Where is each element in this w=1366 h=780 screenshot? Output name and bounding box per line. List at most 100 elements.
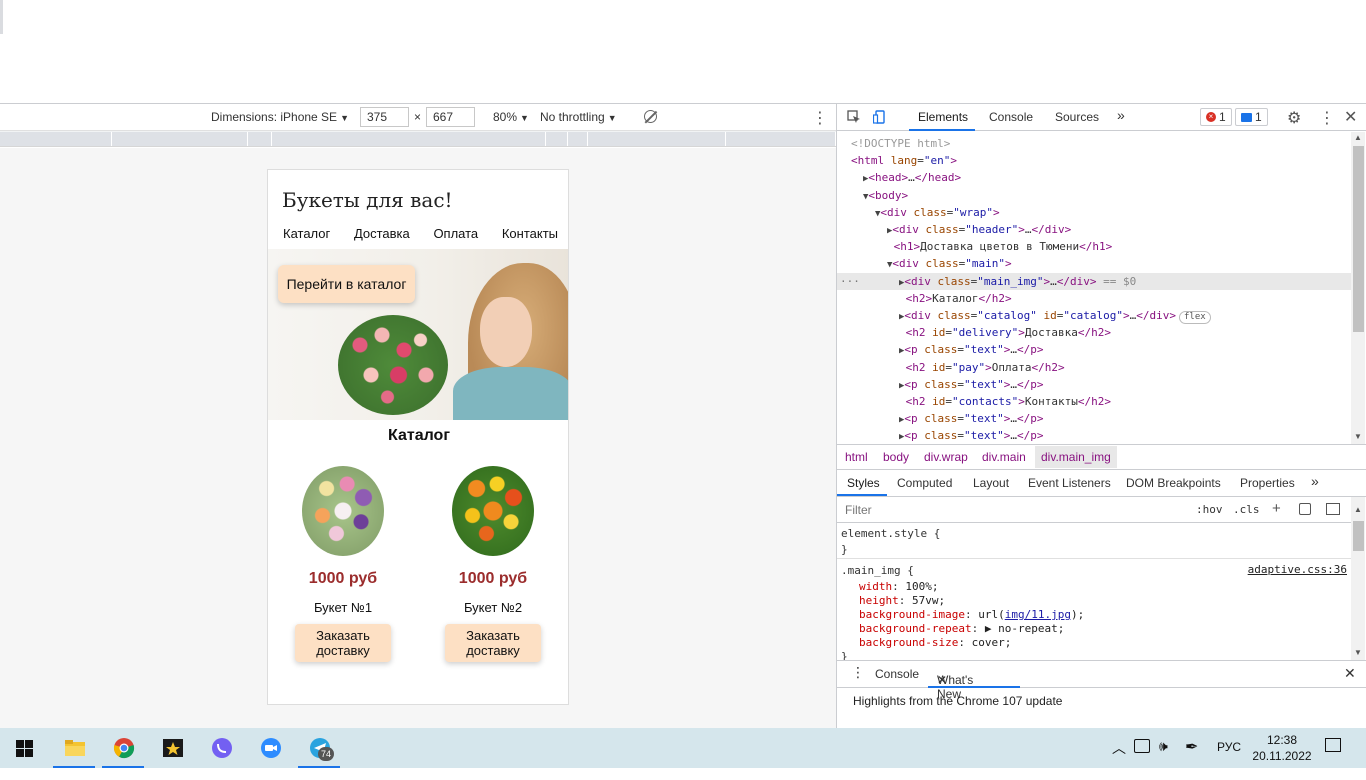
close-devtools-icon[interactable]: ✕ — [1344, 107, 1357, 127]
image-url-link[interactable]: img/11.jpg — [1005, 608, 1071, 621]
css-property-row[interactable]: width: 100%; — [859, 580, 939, 593]
height-input[interactable]: 667 — [426, 107, 475, 127]
hover-state-toggle[interactable]: :hov — [1196, 503, 1223, 516]
drawer-tab-console[interactable]: Console — [875, 667, 919, 681]
ruler-segment[interactable] — [546, 132, 568, 146]
crumb-body[interactable]: body — [883, 450, 909, 464]
tab-sources[interactable]: Sources — [1055, 110, 1099, 124]
taskbar-chrome[interactable] — [100, 728, 146, 768]
ruler-segment[interactable] — [726, 132, 836, 146]
ruler-segment[interactable] — [588, 132, 726, 146]
crumb-div-main-img[interactable]: div.main_img — [1035, 446, 1117, 468]
scroll-up-icon[interactable]: ▲ — [1354, 133, 1362, 142]
ruler-segment[interactable] — [112, 132, 248, 146]
scroll-up-icon[interactable]: ▲ — [1354, 505, 1362, 514]
dom-node-line[interactable]: ▼<div class="wrap"> — [837, 204, 1351, 221]
system-clock[interactable]: 12:38 20.11.2022 — [1252, 732, 1312, 764]
scrollbar-thumb[interactable] — [1353, 521, 1364, 551]
notifications-icon[interactable] — [1325, 738, 1341, 752]
close-drawer-icon[interactable]: ✕ — [1344, 665, 1356, 682]
crumb-div-main[interactable]: div.main — [982, 450, 1026, 464]
tab-elements[interactable]: Elements — [918, 110, 968, 124]
dom-node-line[interactable]: ▶<p class="text">…</p> — [837, 341, 1351, 358]
element-style-selector[interactable]: element.style { — [841, 527, 940, 540]
class-toggle[interactable]: .cls — [1233, 503, 1260, 516]
drawer-menu-icon[interactable]: ⋮ — [851, 664, 865, 681]
ruler-segment[interactable] — [272, 132, 546, 146]
ruler-segment[interactable] — [568, 132, 588, 146]
css-property-row[interactable]: background-repeat: ▶ no-repeat; — [859, 622, 1064, 635]
dom-node-line[interactable]: ··· ▶<div class="main_img">…</div> == $0 — [837, 272, 1351, 290]
dom-node-line[interactable]: ▼<div class="main"> — [837, 255, 1351, 272]
more-options-icon[interactable]: ⋮ — [812, 108, 828, 128]
throttling-select[interactable]: No throttling ▼ — [540, 110, 617, 124]
rule-source-link[interactable]: adaptive.css:36 — [1248, 563, 1347, 576]
customize-devtools-icon[interactable]: ⋮ — [1319, 108, 1335, 128]
main-img-selector[interactable]: .main_img { — [841, 564, 914, 577]
more-tabs-icon[interactable]: » — [1117, 107, 1125, 123]
crumb-div-wrap[interactable]: div.wrap — [924, 450, 968, 464]
tab-dom-breakpoints[interactable]: DOM Breakpoints — [1126, 476, 1221, 490]
dom-node-line[interactable]: ▶<p class="text">…</p> — [837, 376, 1351, 393]
error-count-badge[interactable]: × 1 — [1200, 108, 1232, 126]
dom-node-line[interactable]: <h2 id="pay">Оплата</h2> — [837, 359, 1351, 376]
css-property-row[interactable]: background-size: cover; — [859, 636, 1011, 649]
dom-node-line[interactable]: ▶<div class="catalog" id="catalog">…</di… — [837, 307, 1351, 324]
dom-scrollbar[interactable]: ▲ ▼ — [1351, 132, 1365, 444]
dom-node-line[interactable]: ▶<p class="text">…</p> — [837, 427, 1351, 444]
inspect-element-icon[interactable] — [847, 110, 861, 124]
dom-node-line[interactable]: <!DOCTYPE html> — [837, 135, 1351, 152]
tab-layout[interactable]: Layout — [973, 476, 1009, 490]
dom-node-line[interactable]: <h2 id="contacts">Контакты</h2> — [837, 393, 1351, 410]
nav-catalog[interactable]: Каталог — [283, 226, 330, 241]
order-delivery-button[interactable]: Заказать доставку — [295, 624, 391, 662]
styles-filter-input[interactable] — [839, 500, 1185, 520]
tab-computed[interactable]: Computed — [897, 476, 952, 490]
nav-delivery[interactable]: Доставка — [354, 226, 410, 241]
rotate-icon[interactable] — [644, 110, 657, 123]
scroll-down-icon[interactable]: ▼ — [1354, 648, 1362, 657]
scrollbar-thumb[interactable] — [1353, 146, 1364, 332]
tab-styles[interactable]: Styles — [847, 476, 880, 490]
dom-node-line[interactable]: <h1>Доставка цветов в Тюмени</h1> — [837, 238, 1351, 255]
dom-node-line[interactable]: <h2 id="delivery">Доставка</h2> — [837, 324, 1351, 341]
dimensions-select[interactable]: Dimensions: iPhone SE ▼ — [211, 110, 349, 124]
message-count-badge[interactable]: 1 — [1235, 108, 1268, 126]
dom-node-line[interactable]: ▶<div class="header">…</div> — [837, 221, 1351, 238]
go-to-catalog-button[interactable]: Перейти в каталог — [278, 265, 415, 303]
ruler-segment[interactable] — [248, 132, 272, 146]
styles-scrollbar[interactable]: ▲ ▼ — [1351, 497, 1365, 660]
dom-node-line[interactable]: <h2>Каталог</h2> — [837, 290, 1351, 307]
color-palette-icon[interactable] — [1299, 503, 1311, 515]
order-delivery-button[interactable]: Заказать доставку — [445, 624, 541, 662]
tab-event-listeners[interactable]: Event Listeners — [1028, 476, 1111, 490]
more-subtabs-icon[interactable]: » — [1311, 473, 1319, 489]
ruler-segment[interactable] — [0, 132, 112, 146]
crumb-html[interactable]: html — [845, 450, 868, 464]
taskbar-viber[interactable] — [198, 728, 244, 768]
taskbar-explorer[interactable] — [51, 728, 97, 768]
device-toggle-icon[interactable] — [873, 110, 887, 124]
nav-contacts[interactable]: Контакты — [502, 226, 558, 241]
more-actions-icon[interactable]: ··· — [840, 273, 860, 290]
new-style-rule-icon[interactable]: + — [1272, 500, 1281, 517]
dom-node-line[interactable]: ▶<p class="text">…</p> — [837, 410, 1351, 427]
width-input[interactable]: 375 — [360, 107, 409, 127]
dom-node-line[interactable]: ▶<head>…</head> — [837, 169, 1351, 186]
zoom-select[interactable]: 80% ▼ — [493, 110, 529, 124]
settings-gear-icon[interactable]: ⚙ — [1287, 108, 1301, 128]
start-button[interactable] — [0, 728, 46, 768]
css-property-row[interactable]: background-image: url(img/11.jpg); — [859, 608, 1084, 621]
taskbar-telegram[interactable]: 74 — [296, 728, 342, 768]
scroll-down-icon[interactable]: ▼ — [1354, 432, 1362, 441]
taskbar-video-app[interactable] — [149, 728, 195, 768]
dom-node-line[interactable]: ▼<body> — [837, 187, 1351, 204]
show-hidden-icons-chevron-up-icon[interactable]: ︿ — [1112, 738, 1126, 778]
battery-icon[interactable] — [1134, 739, 1150, 753]
nav-payment[interactable]: Оплата — [433, 226, 478, 241]
speaker-icon[interactable]: 🕪 — [1159, 738, 1168, 778]
toggle-sidebar-icon[interactable] — [1326, 503, 1340, 515]
css-property-row[interactable]: height: 57vw; — [859, 594, 945, 607]
input-language[interactable]: РУС — [1217, 740, 1241, 780]
close-tab-icon[interactable]: ✕ — [937, 673, 947, 687]
